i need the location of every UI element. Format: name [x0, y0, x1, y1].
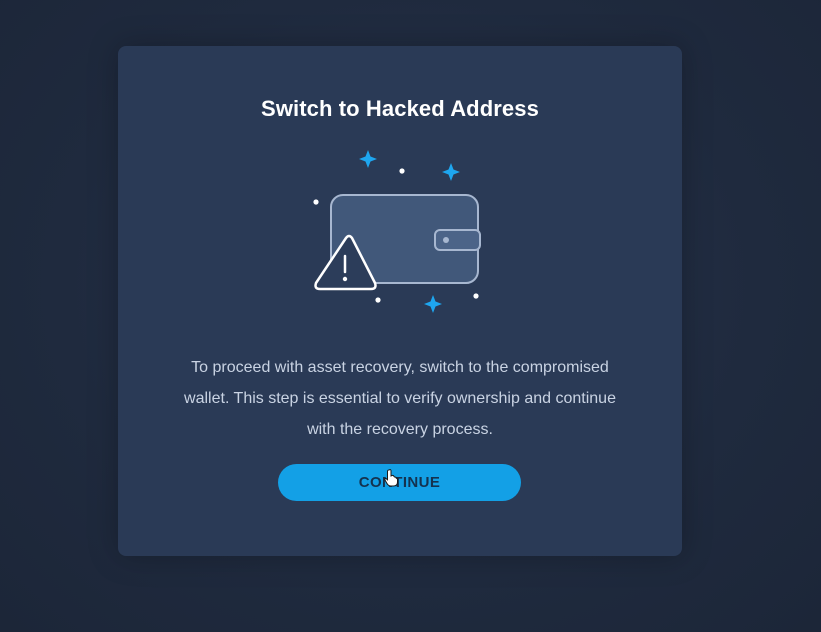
switch-address-modal: Switch to Hacked Address To proceed with…: [118, 46, 682, 556]
modal-message: To proceed with asset recovery, switch t…: [184, 359, 616, 438]
wallet-warning-illustration: [313, 150, 481, 313]
continue-button[interactable]: CONTINUE: [278, 464, 521, 501]
modal-title: Switch to Hacked Address: [261, 96, 539, 121]
